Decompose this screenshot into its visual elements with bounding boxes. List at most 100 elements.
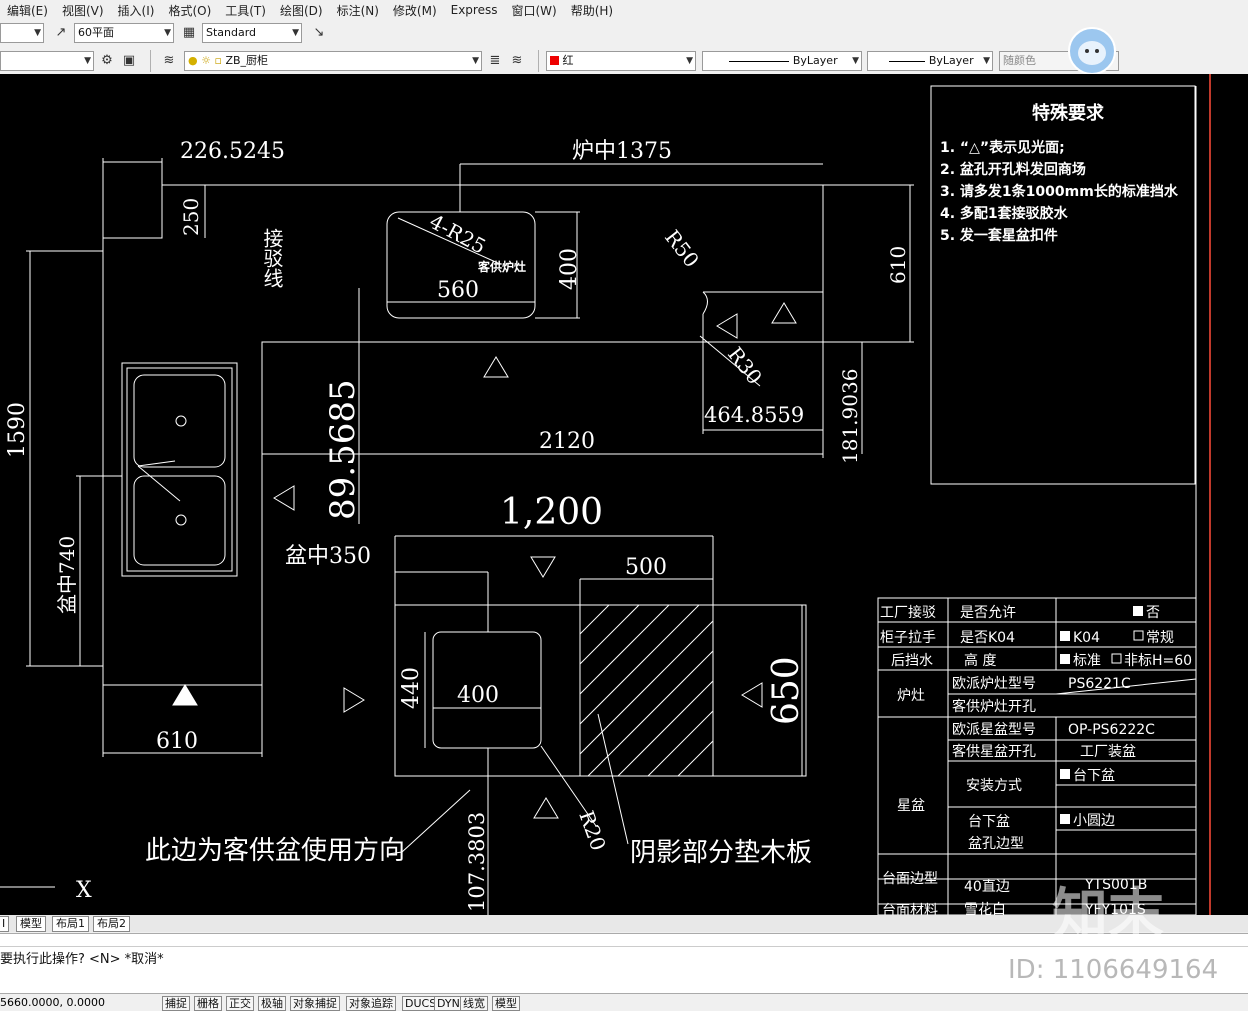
dim-610b-label: 610 [156, 729, 198, 754]
osnap-toggle[interactable]: 对象捕捉 [290, 996, 340, 1011]
make-current-layer-icon[interactable]: ≣ [486, 52, 504, 70]
menu-dimension[interactable]: 标注(N) [330, 2, 386, 19]
menu-edit[interactable]: 编辑(E) [0, 2, 55, 19]
menu-modify[interactable]: 修改(M) [386, 2, 444, 19]
sink-outer [121, 362, 238, 577]
menu-view[interactable]: 视图(V) [55, 2, 111, 19]
checkbox-checked-icon [1060, 654, 1070, 664]
tab-nav[interactable]: Ⅰ [0, 916, 10, 932]
text-style-combo[interactable]: ▼ [0, 23, 44, 43]
polar-toggle[interactable]: 极轴 [258, 996, 286, 1011]
lineweight-toggle[interactable]: 线宽 [460, 996, 488, 1011]
table-cell: 盆孔边型 [968, 836, 1024, 852]
menu-window[interactable]: 窗口(W) [504, 2, 563, 19]
color-value: 红 [562, 54, 574, 67]
direction-label: 此边为客供盆使用方向 [145, 836, 405, 866]
hob-label: 客供炉灶 [477, 259, 526, 274]
menu-format[interactable]: 格式(O) [161, 2, 218, 19]
snap-toggle[interactable]: 捕捉 [162, 996, 190, 1011]
checkbox-checked-icon [1133, 606, 1143, 616]
drain-bottom-icon [175, 514, 187, 526]
chevron-down-icon: ▼ [84, 56, 91, 66]
table-cell: 是否允许 [960, 605, 1016, 621]
menu-insert[interactable]: 插入(I) [111, 2, 162, 19]
table-style-icon[interactable]: ▦ [180, 24, 198, 42]
dim-1200-label: 1,200 [500, 492, 603, 533]
tab-layout1[interactable]: 布局1 [52, 916, 89, 932]
ortho-toggle[interactable]: 正交 [226, 996, 254, 1011]
table-cell: 台下盆 [968, 814, 1010, 830]
drawing-svg: 226.5245 炉中1375 250 4-R25 客供炉灶 560 400 R… [0, 74, 1211, 915]
dim-400b-label: 400 [457, 683, 499, 708]
chevron-down-icon: ▼ [983, 56, 990, 66]
dim-style-value: 60平面 [78, 26, 114, 39]
assistant-avatar[interactable] [1068, 27, 1116, 75]
table-cell: 柜子拉手 [880, 630, 936, 646]
chevron-down-icon: ▼ [852, 56, 859, 66]
layer-freeze-icon: ☼ [201, 54, 211, 67]
tab-model[interactable]: 模型 [16, 916, 46, 932]
hatch-pattern [579, 604, 714, 777]
dim-181-label: 181.9036 [838, 369, 862, 464]
triangle-marker [483, 356, 509, 378]
dim-226-label: 226.5245 [180, 139, 285, 164]
multileader-style-icon[interactable]: ↘ [310, 24, 328, 42]
dim-style-combo[interactable]: 60平面 ▼ [74, 23, 174, 43]
special-item-1: 1. “△”表示见光面; [940, 139, 1065, 156]
avatar-face-icon [1078, 41, 1106, 65]
status-bar: 5660.0000, 0.0000 捕捉 栅格 正交 极轴 对象捕捉 对象追踪 … [0, 993, 1248, 1011]
checkbox-empty-icon [1111, 653, 1122, 664]
layer-previous-icon[interactable]: ≋ [508, 52, 526, 70]
otrack-toggle[interactable]: 对象追踪 [346, 996, 396, 1011]
table-cell: 非标H=60 [1124, 653, 1192, 669]
menu-tools[interactable]: 工具(T) [218, 2, 273, 19]
dim-2120-label: 2120 [539, 429, 595, 454]
workspace-combo[interactable]: ▼ [0, 51, 94, 71]
table-style-combo[interactable]: Standard ▼ [202, 23, 302, 43]
dim-560-label: 560 [437, 278, 479, 303]
layer-combo[interactable]: ● ☼ ▫ ZB_厨柜 ▼ [184, 51, 482, 71]
dim-penzhong740-label: 盆中740 [55, 536, 79, 614]
menu-help[interactable]: 帮助(H) [564, 2, 620, 19]
chevron-down-icon: ▼ [164, 28, 171, 38]
lineweight-value: ByLayer [928, 54, 974, 67]
menu-express[interactable]: Express [444, 3, 505, 17]
drawing-canvas[interactable]: 226.5245 炉中1375 250 4-R25 客供炉灶 560 400 R… [0, 74, 1248, 915]
triangle-marker [716, 313, 738, 339]
table-cell: 安装方式 [966, 778, 1022, 794]
linetype-combo[interactable]: ByLayer ▼ [702, 51, 862, 71]
r50-arc [702, 291, 708, 315]
triangle-marker [741, 682, 763, 708]
table-cell: 炉灶 [897, 688, 925, 704]
dimension-style-icon[interactable]: ↗ [52, 24, 70, 42]
special-item-3: 3. 请多发1条1000mm长的标准挡水 [940, 183, 1179, 200]
dim-107-label: 107.3803 [465, 812, 489, 912]
lineweight-combo[interactable]: ByLayer ▼ [867, 51, 993, 71]
dim-250-label: 250 [179, 198, 203, 236]
table-cell: 40直边 [964, 878, 1010, 895]
triangle-marker [530, 556, 556, 578]
table-cell: 小圆边 [1073, 813, 1115, 829]
grid-toggle[interactable]: 栅格 [194, 996, 222, 1011]
color-combo[interactable]: 红 ▼ [546, 51, 696, 71]
layer-manager-icon[interactable]: ≋ [160, 52, 178, 70]
toolbar-separator [538, 50, 539, 72]
settings-icon[interactable]: ⚙ [98, 52, 116, 70]
table-cell: K04 [1073, 630, 1100, 646]
table-cell: 台面边型 [882, 871, 938, 887]
model-toggle[interactable]: 模型 [492, 996, 520, 1011]
table-cell: 雪花白 [964, 902, 1006, 915]
table-cell: PS6221C [1068, 676, 1131, 692]
window-icon[interactable]: ▣ [120, 52, 138, 70]
chevron-down-icon: ▼ [686, 56, 693, 66]
table-cell: 后挡水 [891, 653, 933, 669]
dim-luzhong-label: 炉中1375 [572, 139, 672, 164]
layer-on-icon: ● [188, 54, 198, 67]
menu-bar: 编辑(E) 视图(V) 插入(I) 格式(O) 工具(T) 绘图(D) 标注(N… [0, 0, 1248, 20]
dyn-toggle[interactable]: DYN [434, 996, 463, 1011]
dim-r20-label: R20 [574, 808, 610, 854]
special-item-5: 5. 发一套星盆扣件 [940, 227, 1058, 244]
dim-r30-label: R30 [723, 342, 767, 389]
menu-draw[interactable]: 绘图(D) [273, 2, 330, 19]
tab-layout2[interactable]: 布局2 [93, 916, 130, 932]
